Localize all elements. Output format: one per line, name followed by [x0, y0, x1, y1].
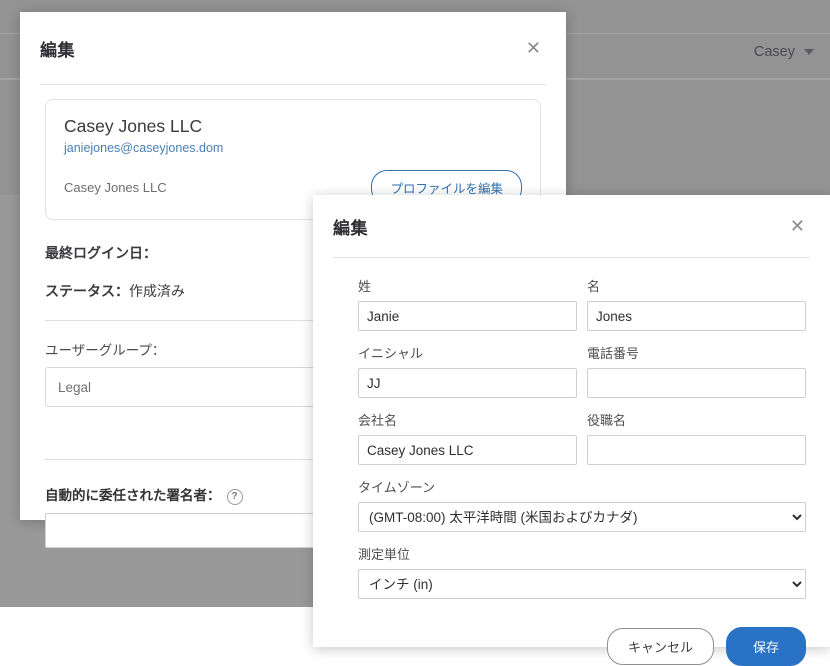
dialog-actions: キャンセル 保存	[313, 611, 830, 666]
unit-select[interactable]: インチ (in)	[358, 569, 806, 599]
unit-label: 測定単位	[358, 547, 411, 562]
auto-delegate-label: 自動的に委任された署名者：	[45, 488, 221, 503]
phone-group: 電話番号	[587, 343, 806, 398]
last-login-label: 最終ログイン日：	[45, 245, 157, 261]
company-title-row: 会社名 役職名	[358, 410, 806, 477]
timezone-label: タイムゾーン	[358, 480, 436, 495]
edit-profile-dialog: 編集 ✕ 姓 名 イニシャル 電話番号	[313, 195, 830, 666]
last-name-label: 姓	[358, 279, 372, 294]
profile-organization: Casey Jones LLC	[64, 180, 167, 195]
profile-email-link[interactable]: janiejones@caseyjones.dom	[64, 141, 522, 155]
close-icon[interactable]: ✕	[521, 36, 546, 60]
name-row: 姓 名	[358, 276, 806, 343]
help-circle-icon[interactable]: ?	[226, 489, 243, 505]
timezone-select[interactable]: (GMT-08:00) 太平洋時間 (米国およびカナダ)	[358, 502, 806, 532]
initials-group: イニシャル	[358, 343, 577, 398]
first-name-group: 名	[587, 276, 806, 331]
user-group-value: Legal	[58, 379, 92, 395]
phone-label: 電話番号	[587, 346, 640, 361]
initials-input[interactable]	[358, 368, 577, 398]
initials-phone-row: イニシャル 電話番号	[358, 343, 806, 410]
first-name-label: 名	[587, 279, 601, 294]
unit-group: 測定単位 インチ (in)	[358, 544, 806, 599]
company-input[interactable]	[358, 435, 577, 465]
status-label: ステータス：	[45, 283, 129, 299]
job-title-input[interactable]	[587, 435, 806, 465]
company-group: 会社名	[358, 410, 577, 465]
edit-profile-dialog-header: 編集 ✕	[313, 195, 830, 257]
header-divider	[40, 84, 546, 85]
last-name-input[interactable]	[358, 301, 577, 331]
user-detail-dialog-title: 編集	[40, 40, 75, 60]
edit-profile-dialog-title: 編集	[333, 218, 368, 238]
status-value: 作成済み	[129, 283, 185, 299]
user-account-label: Casey	[753, 44, 795, 60]
user-account-menu[interactable]: Casey	[754, 44, 814, 60]
chevron-down-icon	[804, 49, 814, 55]
initials-label: イニシャル	[358, 346, 424, 361]
phone-input[interactable]	[587, 368, 806, 398]
timezone-group: タイムゾーン (GMT-08:00) 太平洋時間 (米国およびカナダ)	[358, 477, 806, 532]
profile-name: Casey Jones LLC	[64, 116, 203, 136]
user-detail-dialog-header: 編集 ✕	[20, 12, 566, 84]
last-name-group: 姓	[358, 276, 577, 331]
first-name-input[interactable]	[587, 301, 806, 331]
close-icon[interactable]: ✕	[785, 214, 810, 238]
job-title-group: 役職名	[587, 410, 806, 465]
job-title-label: 役職名	[587, 413, 627, 428]
edit-profile-form: 姓 名 イニシャル 電話番号 会社名 役職名	[313, 258, 830, 599]
company-label: 会社名	[358, 413, 398, 428]
